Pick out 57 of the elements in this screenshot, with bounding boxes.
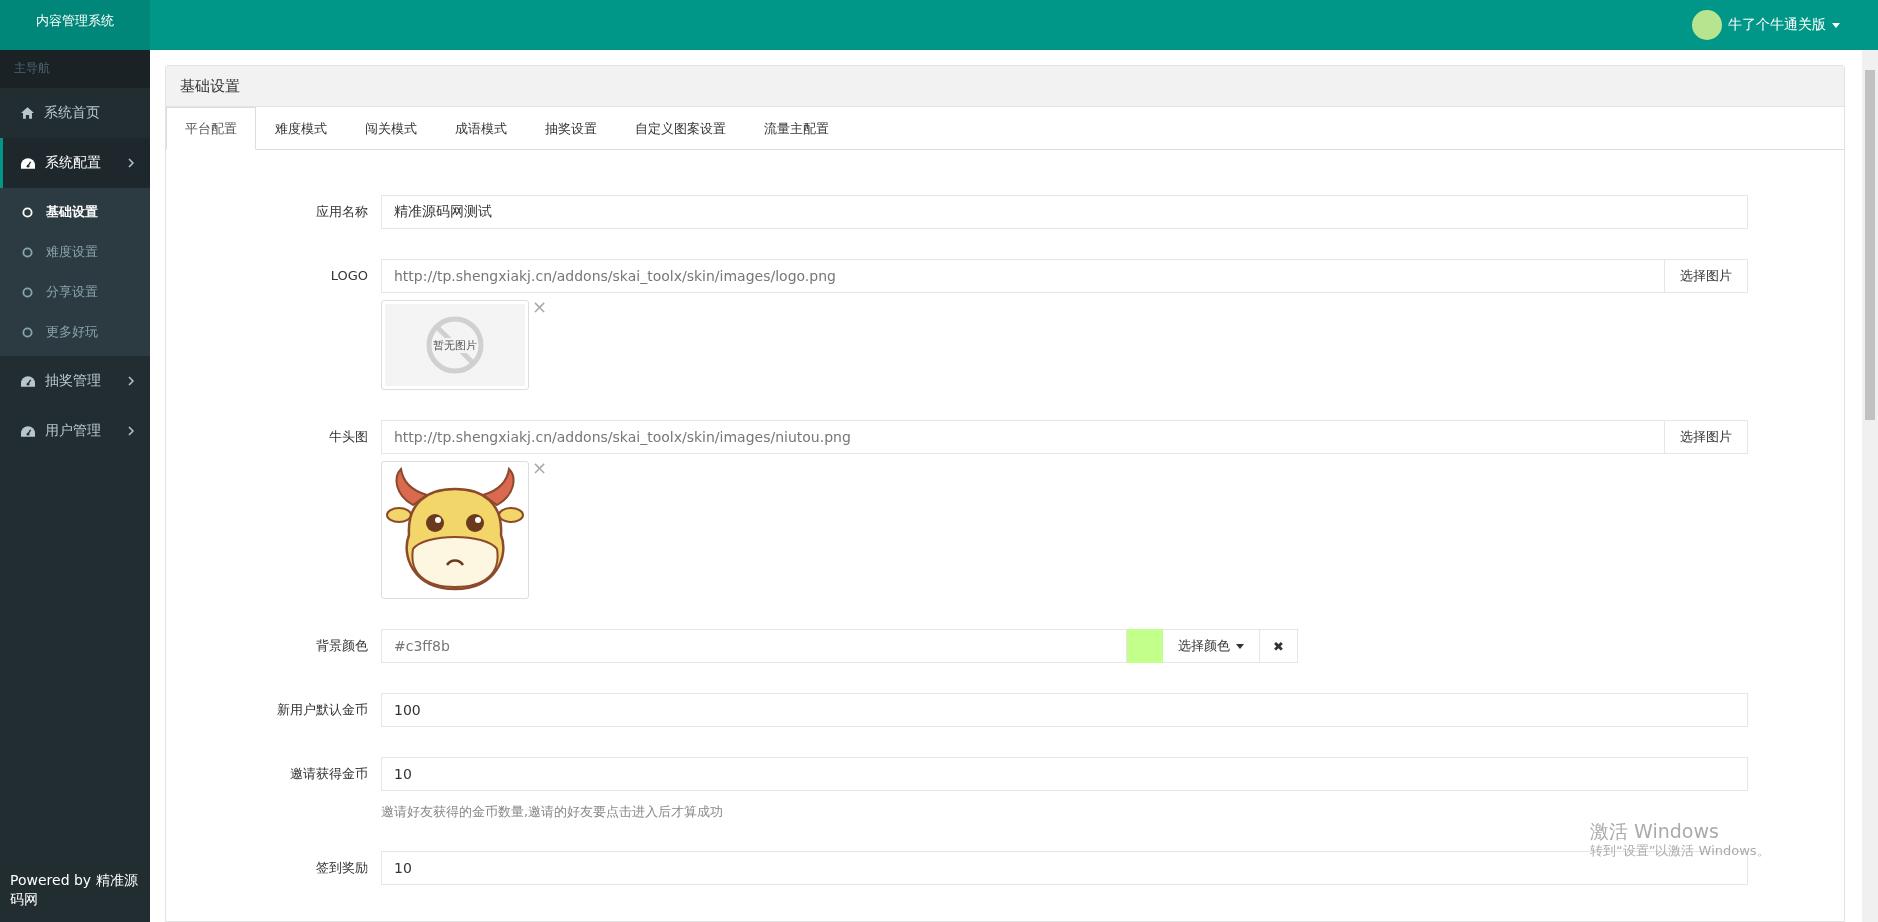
field-label: 应用名称 [315, 203, 368, 221]
clear-color-button[interactable]: ✖ [1260, 629, 1298, 663]
no-image-text: 暂无图片 [433, 337, 477, 353]
choose-image-button[interactable]: 选择图片 [1665, 420, 1748, 454]
input-field[interactable]: 10 [381, 757, 1748, 791]
nav-subitem[interactable]: 更多好玩 [0, 312, 150, 352]
field-label: 邀请获得金币 [289, 765, 368, 783]
input-field[interactable]: 精准源码网测试 [381, 195, 1748, 229]
panel-title: 基础设置 [166, 66, 1844, 107]
circle-icon [22, 246, 33, 258]
field-label: 背景颜色 [315, 637, 368, 655]
prohibited-icon [425, 315, 485, 375]
circle-icon [22, 326, 33, 338]
activation-title: 激活 Windows [1590, 821, 1720, 842]
choose-color-button[interactable]: 选择颜色 [1163, 629, 1261, 663]
circle-icon [22, 286, 33, 298]
nav-item[interactable]: 系统配置 [0, 138, 150, 188]
scrollbar-thumb[interactable] [1865, 70, 1875, 420]
url-field[interactable]: http://tp.shengxiakj.cn/addons/skai_toolx/skin/images/niutou.png [381, 420, 1665, 454]
nav-subitem[interactable]: 难度设置 [0, 232, 150, 272]
caret-icon [1832, 22, 1840, 28]
nav-heading: 主导航 [0, 50, 150, 88]
home-icon [21, 107, 34, 119]
dashboard-icon [21, 375, 35, 387]
avatar [1692, 10, 1722, 40]
chevron-icon [128, 376, 134, 386]
user-menu[interactable]: 牛了个牛通关版 [1692, 10, 1840, 40]
nav-item[interactable]: 用户管理 [0, 406, 150, 456]
chevron-icon [128, 158, 134, 168]
choose-image-button[interactable]: 选择图片 [1665, 259, 1748, 293]
color-field[interactable]: #c3ff8b [381, 629, 1128, 663]
field-label: LOGO [329, 267, 368, 285]
powered-by-text: Powered by 精准源码网 [9, 870, 139, 910]
url-field[interactable]: http://tp.shengxiakj.cn/addons/skai_toolx/skin/images/logo.png [381, 259, 1665, 293]
dashboard-icon [21, 157, 35, 169]
tab[interactable]: 成语模式 [436, 107, 526, 150]
field-label: 新用户默认金币 [276, 701, 368, 719]
tab[interactable]: 难度模式 [256, 107, 346, 150]
app-title: 内容管理系统 [0, 0, 150, 50]
nav-item[interactable]: 系统首页 [0, 88, 150, 138]
tab[interactable]: 流量主配置 [745, 107, 848, 150]
tab[interactable]: 抽奖设置 [526, 107, 616, 150]
dashboard-icon [21, 425, 35, 437]
tab[interactable]: 平台配置 [166, 107, 256, 150]
caret-icon [1236, 643, 1245, 649]
tab[interactable]: 自定义图案设置 [616, 107, 745, 150]
help-text: 邀请好友获得的金币数量,邀请的好友要点击进入后才算成功 [381, 803, 724, 821]
nav-item[interactable]: 抽奖管理 [0, 356, 150, 406]
field-label: 牛头图 [328, 428, 368, 446]
nav-subitem[interactable]: 分享设置 [0, 272, 150, 312]
field-label: 签到奖励 [315, 859, 368, 877]
scrollbar[interactable] [1862, 50, 1878, 922]
circle-icon [22, 206, 33, 218]
nav-subitem[interactable]: 基础设置 [0, 192, 150, 232]
tab[interactable]: 闯关模式 [346, 107, 436, 150]
chevron-icon [128, 426, 134, 436]
input-field[interactable]: 100 [381, 693, 1748, 727]
